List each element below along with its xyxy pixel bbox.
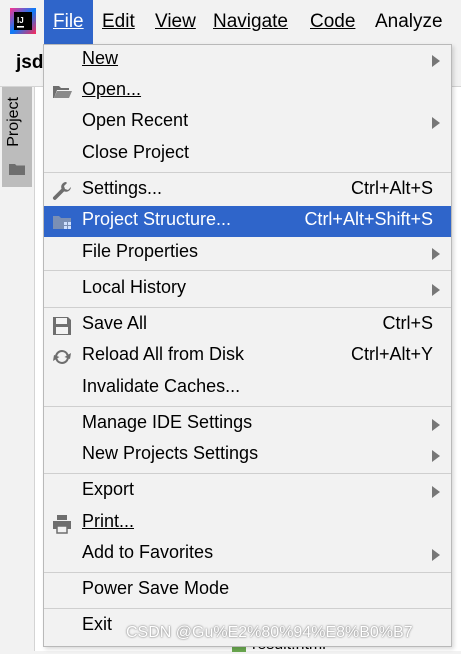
menu-item-new[interactable]: New	[44, 45, 451, 76]
menu-item-open-recent[interactable]: Open Recent	[44, 107, 451, 138]
submenu-arrow-icon	[432, 549, 440, 561]
menu-item-close-project[interactable]: Close Project	[44, 139, 451, 170]
wrench-icon	[52, 182, 71, 200]
menu-item-settings[interactable]: Settings... Ctrl+Alt+S	[44, 175, 451, 206]
printer-icon	[53, 515, 71, 534]
menu-separator	[44, 406, 451, 407]
refresh-icon	[53, 350, 71, 364]
open-folder-icon	[53, 86, 72, 98]
menu-analyze[interactable]: Analyze	[366, 0, 452, 44]
menu-code[interactable]: Code	[301, 0, 364, 44]
submenu-arrow-icon	[432, 248, 440, 260]
submenu-arrow-icon	[432, 117, 440, 129]
menu-separator	[44, 172, 451, 173]
menu-file[interactable]: File	[44, 0, 93, 44]
submenu-arrow-icon	[432, 284, 440, 296]
menu-item-file-properties[interactable]: File Properties	[44, 238, 451, 269]
submenu-arrow-icon	[432, 486, 440, 498]
menu-item-open[interactable]: Open...	[44, 76, 451, 107]
menu-separator	[44, 270, 451, 271]
left-tool-stripe: Project	[0, 87, 35, 651]
main-menu-bar: IJ File Edit View Navigate Code Analyze	[0, 0, 461, 44]
menu-separator	[44, 572, 451, 573]
svg-text:IJ: IJ	[17, 16, 24, 25]
folder-icon	[9, 164, 25, 175]
submenu-arrow-icon	[432, 450, 440, 462]
project-tab-label: Project	[5, 97, 22, 147]
menu-item-invalidate-caches[interactable]: Invalidate Caches...	[44, 373, 451, 404]
save-icon	[53, 317, 71, 335]
menu-item-project-structure[interactable]: Project Structure... Ctrl+Alt+Shift+S	[44, 206, 451, 237]
menu-edit[interactable]: Edit	[93, 0, 144, 44]
project-structure-icon	[53, 216, 71, 229]
menu-item-add-to-favorites[interactable]: Add to Favorites	[44, 539, 451, 570]
menu-item-manage-ide-settings[interactable]: Manage IDE Settings	[44, 409, 451, 440]
menu-item-reload-all[interactable]: Reload All from Disk Ctrl+Alt+Y	[44, 341, 451, 372]
submenu-arrow-icon	[432, 419, 440, 431]
menu-item-new-projects-settings[interactable]: New Projects Settings	[44, 440, 451, 471]
csdn-watermark: CSDN @Gu%E2%80%94%E8%B0%B7	[126, 624, 413, 641]
menu-item-export[interactable]: Export	[44, 476, 451, 507]
menu-navigate[interactable]: Navigate	[204, 0, 297, 44]
menu-item-print[interactable]: Print...	[44, 508, 451, 539]
submenu-arrow-icon	[432, 55, 440, 67]
menu-item-local-history[interactable]: Local History	[44, 274, 451, 305]
menu-item-power-save-mode[interactable]: Power Save Mode	[44, 575, 451, 606]
menu-separator	[44, 608, 451, 609]
file-menu-dropdown: New Open... Open Recent Close Project Se…	[43, 44, 452, 647]
intellij-logo-icon[interactable]: IJ	[10, 8, 36, 34]
menu-view[interactable]: View	[146, 0, 205, 44]
menu-separator	[44, 473, 451, 474]
project-tool-tab[interactable]: Project	[2, 87, 32, 187]
menu-separator	[44, 307, 451, 308]
menu-item-save-all[interactable]: Save All Ctrl+S	[44, 310, 451, 341]
project-name[interactable]: jsd	[16, 52, 43, 74]
